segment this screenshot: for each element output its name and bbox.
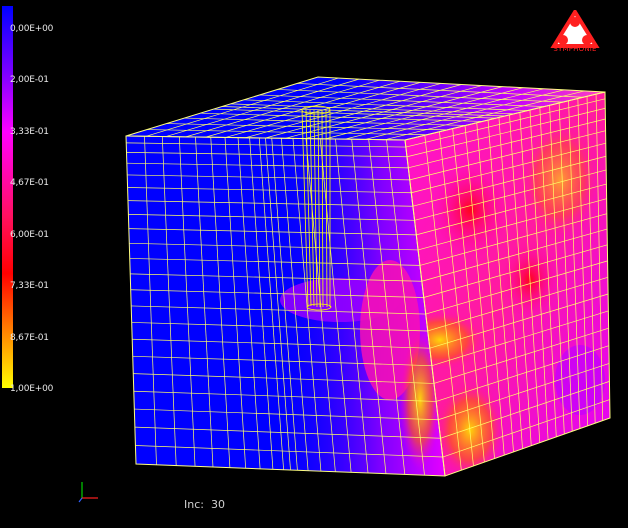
legend-tick-label: 7,33E-01	[10, 281, 49, 292]
logo-text: SYMPHONIE	[553, 45, 597, 53]
legend-tick-label: 6,00E-01	[10, 229, 49, 240]
legend-tick-label: 2,00E-01	[10, 75, 49, 86]
legend-tick-label: 4,67E-01	[10, 178, 49, 189]
legend-tick-label: 8,67E-01	[10, 332, 49, 343]
legend-tick-label: 1,00E+00	[10, 384, 54, 394]
xyz-axes-icon	[78, 482, 98, 503]
mesh-render[interactable]	[0, 0, 628, 524]
legend-tick-label: 0,00E+00	[10, 24, 54, 34]
increment-status: Inc: 30	[184, 498, 225, 511]
3d-viewport[interactable]: 0,00E+00 2,00E-01 3,33E-01 4,67E-01 6,00E-01…	[0, 0, 628, 524]
increment-label: Inc:	[184, 498, 204, 511]
color-legend-bar	[2, 6, 13, 388]
increment-value: 30	[210, 498, 225, 511]
legend-tick-label: 3,33E-01	[10, 126, 49, 137]
